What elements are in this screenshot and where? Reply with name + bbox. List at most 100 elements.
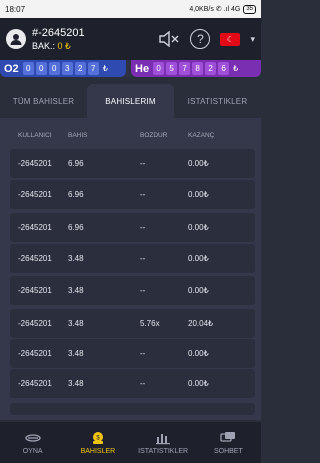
help-icon[interactable]: ? bbox=[190, 29, 211, 49]
table-row bbox=[10, 403, 255, 415]
cell-cashout: -- bbox=[140, 349, 146, 358]
cell-bet: 6.96 bbox=[68, 223, 84, 232]
table-row: -2645201 3.48 -- 0.00₺ bbox=[10, 339, 255, 368]
digit: 6 bbox=[218, 62, 230, 75]
table-row: -2645201 3.48 5.76x 20.04₺ bbox=[10, 309, 255, 338]
digit: 3 bbox=[61, 62, 73, 75]
cell-cashout: 5.76x bbox=[140, 319, 160, 328]
nav-chat-label: SOHBET bbox=[213, 447, 243, 455]
digit: 2 bbox=[205, 62, 217, 75]
nav-chat[interactable]: SOHBET bbox=[196, 422, 261, 463]
digit: 0 bbox=[22, 62, 34, 75]
digit: 0 bbox=[153, 62, 165, 75]
user-id: #-2645201 bbox=[32, 26, 85, 39]
digit: 0 bbox=[48, 62, 60, 75]
cell-bet: 3.48 bbox=[68, 319, 84, 328]
bet-tabs: TÜM BAHISLER BAHISLERIM ISTATISTIKLER bbox=[0, 84, 261, 118]
jackpot-right-label: He bbox=[135, 62, 150, 75]
tab-all-bets[interactable]: TÜM BAHISLER bbox=[0, 84, 87, 118]
jackpot-left-label: O2 bbox=[4, 62, 19, 75]
header-actions: ? ☾ ▾ bbox=[158, 29, 255, 49]
bets-panel: KULLANICI BAHIS BOZDUR KAZANÇ -2645201 6… bbox=[0, 118, 261, 420]
table-row: -2645201 6.96 -- 0.00₺ bbox=[10, 213, 255, 242]
cell-bet: 6.96 bbox=[68, 190, 84, 199]
status-indicators: 4,0KB/s ✆ .ıl 4G 35 bbox=[189, 4, 256, 14]
mute-icon[interactable] bbox=[158, 31, 180, 47]
cell-user: -2645201 bbox=[18, 379, 52, 388]
cell-user: -2645201 bbox=[18, 286, 52, 295]
col-bet: BAHIS bbox=[68, 132, 88, 139]
cell-win: 0.00₺ bbox=[188, 190, 209, 199]
balance-value: 0 ₺ bbox=[57, 40, 71, 51]
digit: 2 bbox=[74, 62, 86, 75]
nav-statistics[interactable]: ISTATISTIKLER bbox=[131, 422, 196, 463]
digit: 7 bbox=[87, 62, 99, 75]
airplane-icon bbox=[24, 433, 41, 442]
digit: 7 bbox=[179, 62, 191, 75]
network-speed: 4,0KB/s ✆ .ıl 4G bbox=[189, 6, 241, 13]
currency: ₺ bbox=[233, 64, 239, 73]
chat-icon bbox=[220, 431, 236, 442]
cell-win: 0.00₺ bbox=[188, 159, 209, 168]
digit: 8 bbox=[192, 62, 204, 75]
tab-statistics[interactable]: ISTATISTIKLER bbox=[174, 84, 261, 118]
cell-win: 0.00₺ bbox=[188, 379, 209, 388]
cell-bet: 6.96 bbox=[68, 159, 84, 168]
cell-user: -2645201 bbox=[18, 349, 52, 358]
status-time: 18:07 bbox=[5, 4, 26, 14]
user-icon bbox=[10, 34, 22, 45]
cell-win: 0.00₺ bbox=[188, 223, 209, 232]
cell-cashout: -- bbox=[140, 286, 146, 295]
cell-win: 20.04₺ bbox=[188, 319, 214, 328]
cell-cashout: -- bbox=[140, 159, 146, 168]
coins-icon: $ bbox=[92, 431, 103, 444]
nav-bets-label: BAHISLER bbox=[80, 447, 116, 455]
cell-user: -2645201 bbox=[18, 190, 52, 199]
table-header: KULLANICI BAHIS BOZDUR KAZANÇ bbox=[10, 132, 255, 144]
bottom-nav: OYNA $ BAHISLER ISTATISTIKLER SOHBET bbox=[0, 422, 261, 463]
cell-cashout: -- bbox=[140, 190, 146, 199]
status-bar: 18:07 4,0KB/s ✆ .ıl 4G 35 bbox=[0, 0, 261, 18]
tab-my-bets[interactable]: BAHISLERIM bbox=[87, 84, 174, 118]
turkey-flag-icon[interactable]: ☾ bbox=[220, 32, 241, 46]
col-cashout: BOZDUR bbox=[140, 132, 168, 139]
cell-win: 0.00₺ bbox=[188, 349, 209, 358]
digit: 5 bbox=[166, 62, 178, 75]
currency: ₺ bbox=[102, 64, 108, 73]
table-row: -2645201 3.48 -- 0.00₺ bbox=[10, 276, 255, 305]
cell-win: 0.00₺ bbox=[188, 254, 209, 263]
jackpot-left: O2 0 0 0 3 2 7 ₺ bbox=[0, 60, 126, 77]
cell-bet: 3.48 bbox=[68, 379, 84, 388]
cell-cashout: -- bbox=[140, 223, 146, 232]
col-win: KAZANÇ bbox=[188, 132, 215, 139]
cell-bet: 3.48 bbox=[68, 286, 84, 295]
table-row: -2645201 6.96 -- 0.00₺ bbox=[10, 180, 255, 209]
col-user: KULLANICI bbox=[18, 132, 52, 139]
nav-statistics-label: ISTATISTIKLER bbox=[138, 447, 189, 455]
nav-bets[interactable]: $ BAHISLER bbox=[65, 422, 130, 463]
digit: 0 bbox=[35, 62, 47, 75]
balance-label: BAK.: bbox=[32, 40, 56, 51]
battery-icon: 35 bbox=[243, 4, 256, 14]
table-row: -2645201 3.48 -- 0.00₺ bbox=[10, 369, 255, 398]
cell-user: -2645201 bbox=[18, 159, 52, 168]
nav-play-label: OYNA bbox=[22, 447, 43, 455]
app-header: #-2645201 BAK.: 0 ₺ ? ☾ ▾ bbox=[0, 18, 261, 60]
cell-win: 0.00₺ bbox=[188, 286, 209, 295]
cell-user: -2645201 bbox=[18, 223, 52, 232]
cell-bet: 3.48 bbox=[68, 254, 84, 263]
balance: BAK.: 0 ₺ bbox=[32, 41, 85, 52]
cell-cashout: -- bbox=[140, 254, 146, 263]
nav-play[interactable]: OYNA bbox=[0, 422, 65, 463]
jackpot-ticker: O2 0 0 0 3 2 7 ₺ He 0 5 7 8 2 6 ₺ bbox=[0, 60, 261, 77]
user-info: #-2645201 BAK.: 0 ₺ bbox=[32, 27, 85, 52]
cell-cashout: -- bbox=[140, 379, 146, 388]
table-row: -2645201 6.96 -- 0.00₺ bbox=[10, 149, 255, 178]
bar-chart-icon bbox=[156, 433, 171, 444]
cell-user: -2645201 bbox=[18, 254, 52, 263]
avatar[interactable] bbox=[6, 29, 26, 49]
cell-bet: 3.48 bbox=[68, 349, 84, 358]
chevron-down-icon[interactable]: ▾ bbox=[250, 34, 255, 45]
jackpot-right: He 0 5 7 8 2 6 ₺ bbox=[131, 60, 261, 77]
cell-user: -2645201 bbox=[18, 319, 52, 328]
